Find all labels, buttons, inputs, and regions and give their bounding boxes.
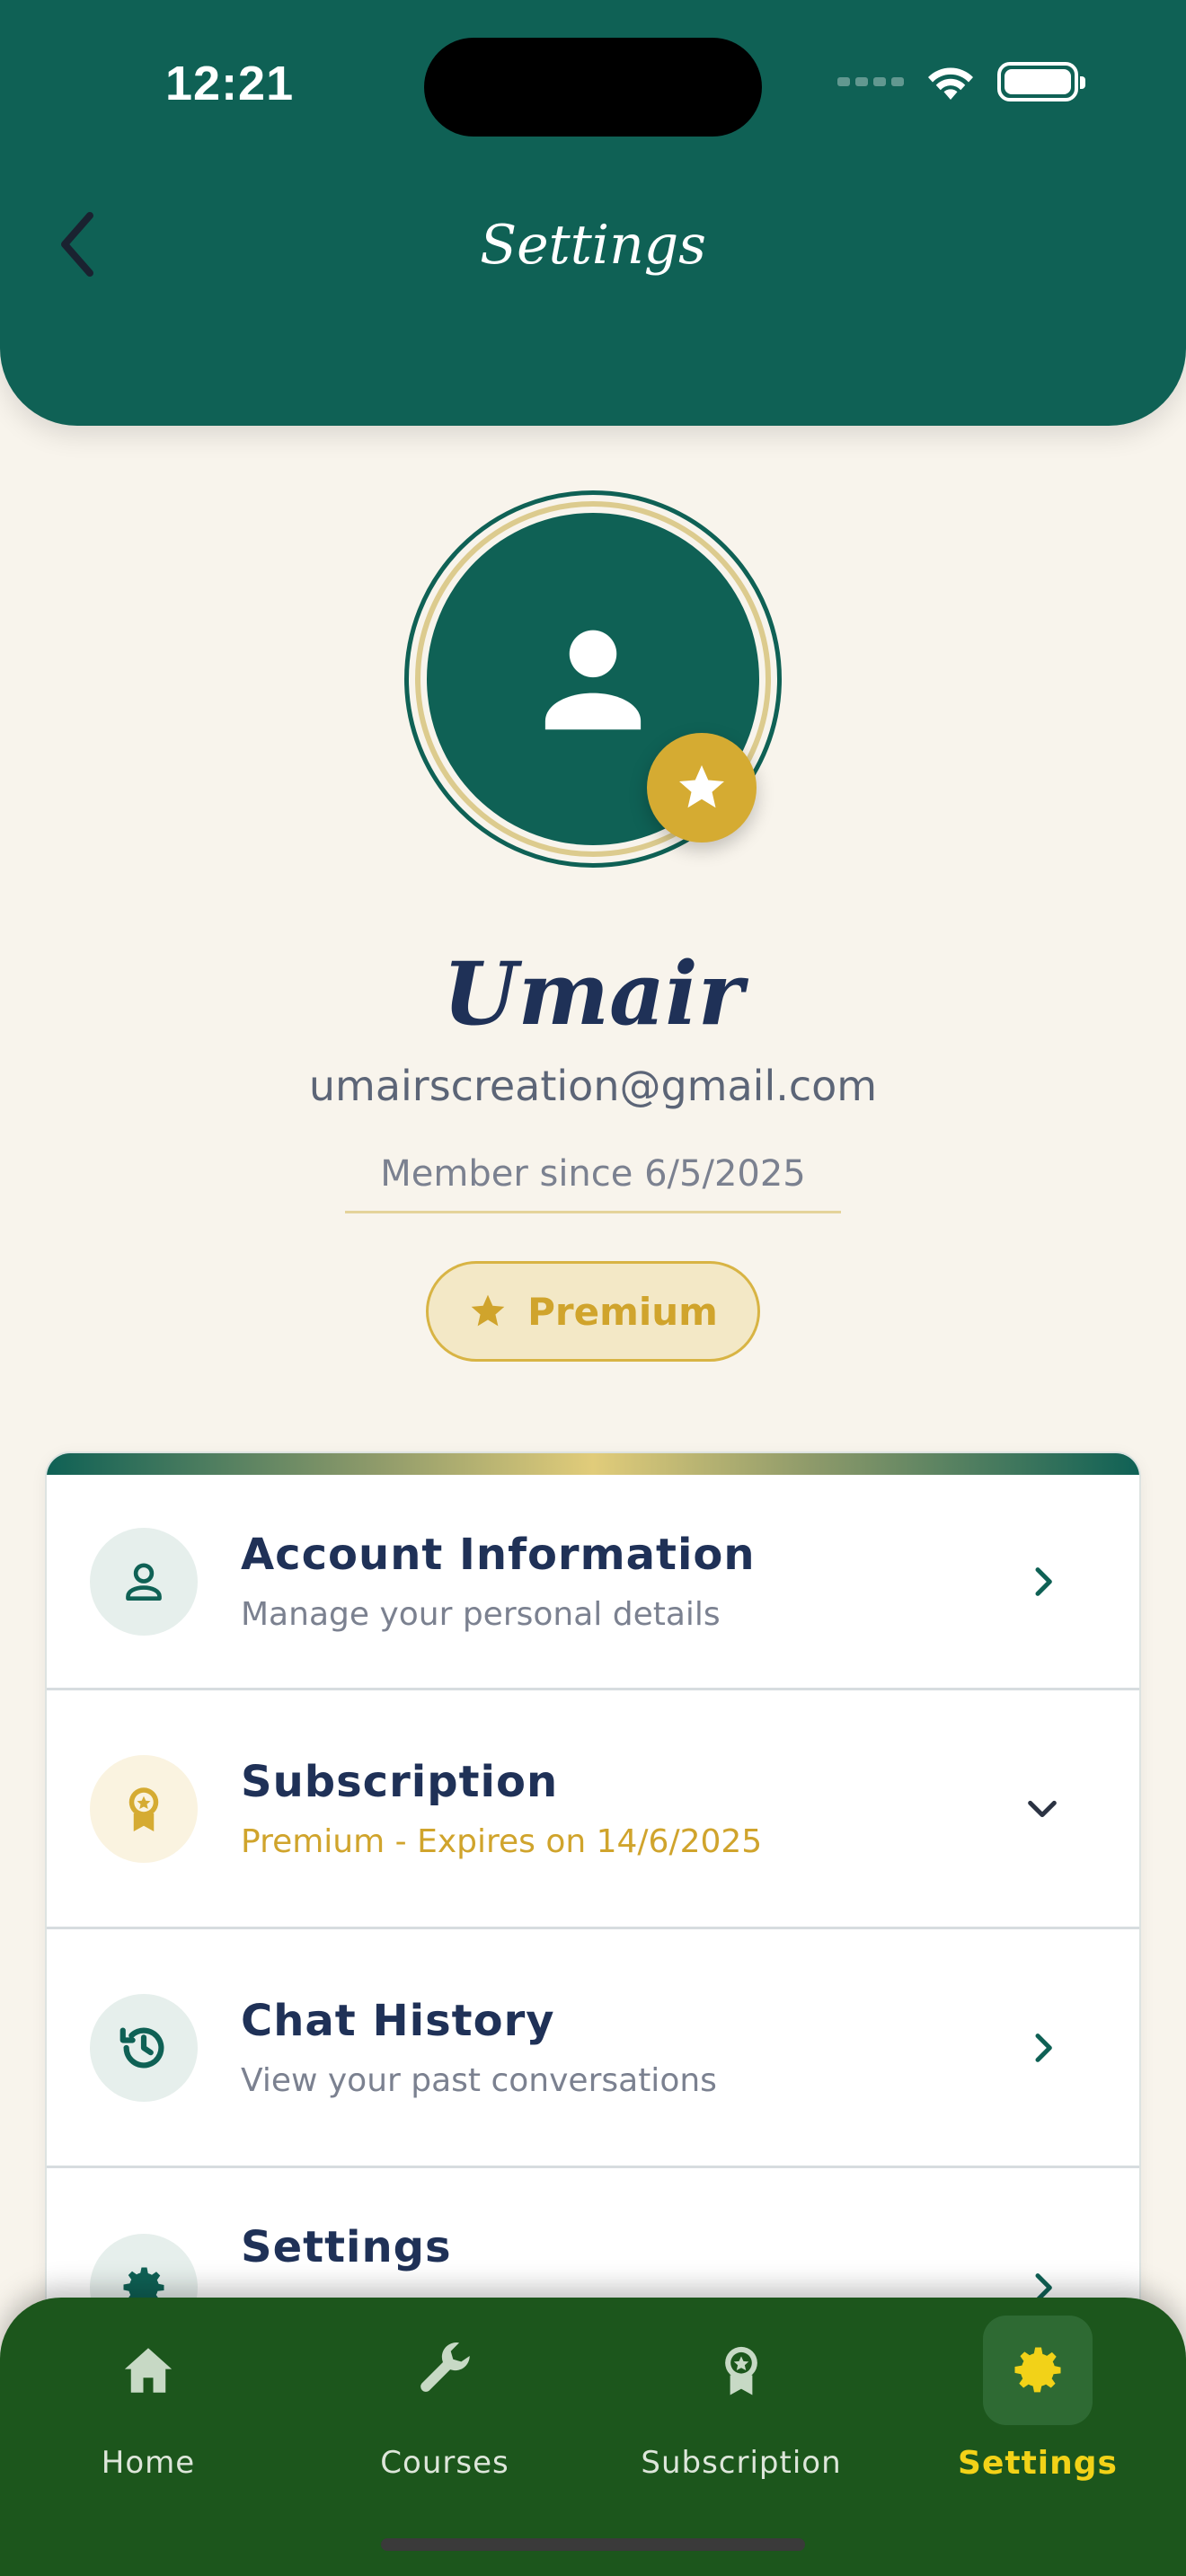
menu-item-account-information[interactable]: Account Information Manage your personal… bbox=[47, 1475, 1139, 1690]
user-name: Umair bbox=[442, 943, 744, 1045]
award-icon bbox=[725, 2346, 757, 2395]
history-icon-circle bbox=[90, 1993, 198, 2102]
bottom-navigation: Home Courses Subscription Settings bbox=[0, 2298, 1186, 2576]
home-indicator bbox=[381, 2538, 805, 2551]
menu-item-subtitle: View your past conversations bbox=[241, 2062, 717, 2099]
nav-label: Home bbox=[101, 2445, 196, 2481]
menu-item-title: Settings bbox=[241, 2222, 452, 2272]
subscription-icon-circle bbox=[90, 1754, 198, 1863]
nav-icon-container bbox=[983, 2316, 1093, 2425]
menu-item-title: Account Information bbox=[241, 1530, 756, 1580]
nav-icon-container bbox=[390, 2316, 500, 2425]
user-email: umairscreation@gmail.com bbox=[308, 1062, 878, 1110]
status-time: 12:21 bbox=[165, 57, 295, 110]
person-icon bbox=[126, 1562, 162, 1601]
cellular-signal-icon bbox=[837, 77, 904, 86]
dynamic-island bbox=[424, 38, 762, 137]
home-icon bbox=[124, 2348, 173, 2393]
profile-avatar[interactable] bbox=[404, 490, 782, 868]
nav-icon-container bbox=[686, 2316, 796, 2425]
premium-badge-label: Premium bbox=[527, 1289, 718, 1334]
gear-icon bbox=[1014, 2347, 1061, 2393]
chevron-right-icon bbox=[1035, 1566, 1052, 1596]
star-icon bbox=[679, 765, 724, 808]
app-header: 12:21 Settings bbox=[0, 0, 1186, 426]
menu-item-title: Chat History bbox=[241, 1996, 555, 2046]
member-since: Member since 6/5/2025 bbox=[345, 1153, 841, 1213]
nav-label: Courses bbox=[380, 2445, 509, 2481]
premium-star-badge bbox=[647, 733, 757, 842]
star-icon bbox=[471, 1294, 505, 1327]
nav-item-settings[interactable]: Settings bbox=[890, 2298, 1186, 2522]
person-icon bbox=[544, 630, 642, 730]
menu-item-subtitle: Premium - Expires on 14/6/2025 bbox=[241, 1823, 763, 1860]
nav-label: Subscription bbox=[641, 2445, 842, 2481]
nav-item-home[interactable]: Home bbox=[0, 2298, 296, 2522]
menu-item-subscription[interactable]: Subscription Premium - Expires on 14/6/2… bbox=[47, 1690, 1139, 1929]
nav-icon-container bbox=[93, 2316, 203, 2425]
status-icons bbox=[837, 61, 1085, 102]
chevron-down-icon bbox=[1028, 1800, 1057, 1817]
menu-item-title: Subscription bbox=[241, 1757, 559, 1807]
menu-item-chat-history[interactable]: Chat History View your past conversation… bbox=[47, 1929, 1139, 2168]
menu-item-subtitle: Manage your personal details bbox=[241, 1596, 721, 1633]
page-title: Settings bbox=[480, 214, 706, 277]
premium-badge: Premium bbox=[426, 1261, 760, 1362]
account-icon-circle bbox=[90, 1527, 198, 1636]
nav-item-courses[interactable]: Courses bbox=[296, 2298, 593, 2522]
wrench-icon bbox=[420, 2342, 470, 2392]
nav-item-subscription[interactable]: Subscription bbox=[593, 2298, 890, 2522]
wifi-icon bbox=[928, 67, 973, 100]
award-icon bbox=[128, 1786, 159, 1831]
nav-label: Settings bbox=[958, 2445, 1118, 2482]
chevron-right-icon bbox=[1035, 2033, 1052, 2062]
card-accent-bar bbox=[47, 1453, 1139, 1475]
battery-icon bbox=[997, 62, 1085, 101]
history-icon bbox=[119, 2027, 164, 2068]
